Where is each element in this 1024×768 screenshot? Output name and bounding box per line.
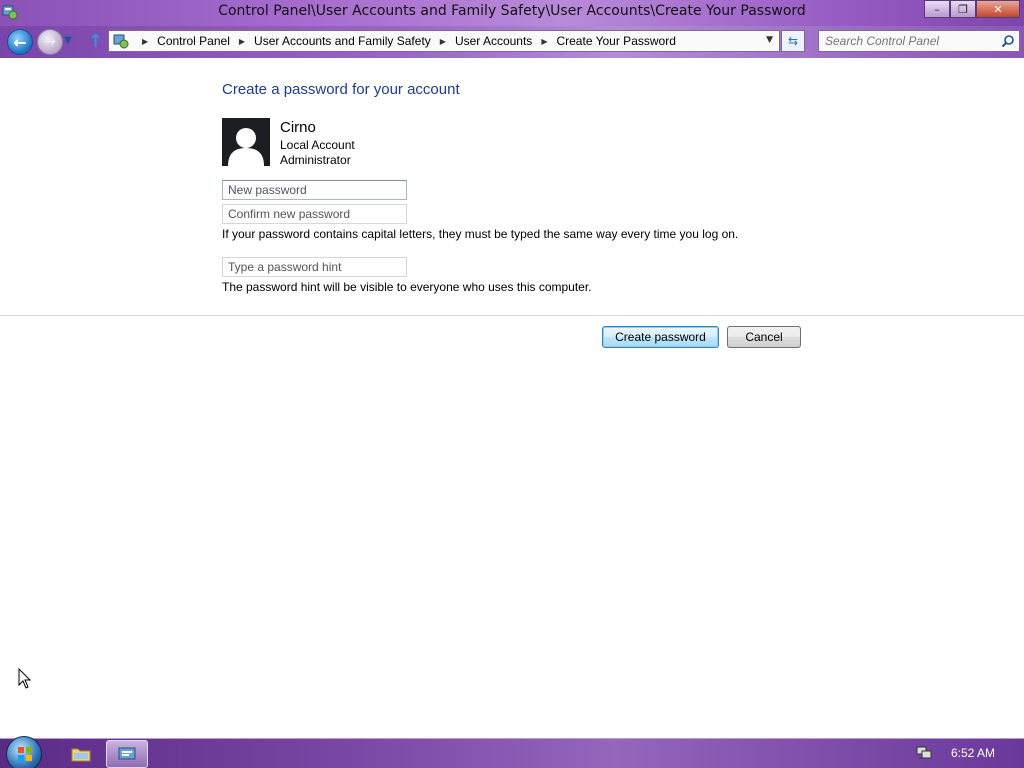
chevron-down-icon[interactable]: ▼ [766,35,773,45]
breadcrumb: ▶ Control Panel ▶ User Accounts and Fami… [133,34,676,48]
start-button[interactable] [6,736,42,768]
password-hint-field[interactable] [222,257,407,277]
hint-visibility-note: The password hint will be visible to eve… [222,280,592,294]
arrow-left-icon: ← [13,32,27,52]
clock[interactable]: 6:52 AM [951,746,995,760]
chevron-right-icon[interactable]: ▶ [142,37,148,46]
history-dropdown-icon[interactable]: ▼ [64,35,72,46]
refresh-button[interactable]: ⇆ [781,30,805,52]
folder-icon [71,748,91,762]
search-box [818,30,1020,52]
taskbar-explorer[interactable] [60,740,102,768]
user-silhouette-icon [228,128,264,166]
avatar [222,118,270,166]
chevron-right-icon[interactable]: ▶ [239,37,245,46]
navigation-bar: ← → ▼ ↑ ▶ Control Panel ▶ User Accounts … [0,26,1024,58]
close-button[interactable]: ✕ [976,0,1020,18]
control-panel-icon [118,747,136,760]
user-name: Cirno [280,119,316,136]
breadcrumb-user-accounts-family-safety[interactable]: User Accounts and Family Safety [254,34,431,48]
page-title: Create a password for your account [222,81,460,98]
breadcrumb-control-panel[interactable]: Control Panel [157,34,230,48]
breadcrumb-user-accounts[interactable]: User Accounts [455,34,532,48]
breadcrumb-create-your-password[interactable]: Create Your Password [556,34,675,48]
divider [0,315,1024,316]
taskbar-control-panel[interactable] [106,740,148,768]
search-icon[interactable] [1001,34,1015,48]
title-bar: Control Panel\User Accounts and Family S… [0,0,1024,26]
new-password-field[interactable] [222,180,407,200]
refresh-icon: ⇆ [787,34,799,48]
account-type: Local Account [280,138,355,152]
control-panel-icon [113,34,129,49]
search-input[interactable] [819,31,999,51]
content-area: Create a password for your account Cirno… [0,58,1024,738]
windows-logo-icon [18,747,32,761]
address-bar[interactable]: ▶ Control Panel ▶ User Accounts and Fami… [108,30,780,52]
back-button[interactable]: ← [7,29,33,55]
network-icon[interactable] [916,746,932,760]
window-controls: – ❐ ✕ [924,0,1020,18]
forward-button[interactable]: → [37,29,63,55]
window-title: Control Panel\User Accounts and Family S… [218,3,806,19]
chevron-right-icon[interactable]: ▶ [541,37,547,46]
minimize-button[interactable]: – [924,0,950,18]
confirm-password-field[interactable] [222,204,407,224]
account-role: Administrator [280,153,351,167]
maximize-button[interactable]: ❐ [950,0,976,18]
cancel-button[interactable]: Cancel [727,326,801,348]
arrow-right-icon: → [44,34,56,50]
capital-letters-note: If your password contains capital letter… [222,227,739,241]
taskbar: 6:52 AM [0,736,1024,768]
chevron-right-icon[interactable]: ▶ [440,37,446,46]
mouse-cursor-icon [18,668,32,689]
up-arrow-icon[interactable]: ↑ [88,31,103,52]
create-password-button[interactable]: Create password [602,326,719,348]
